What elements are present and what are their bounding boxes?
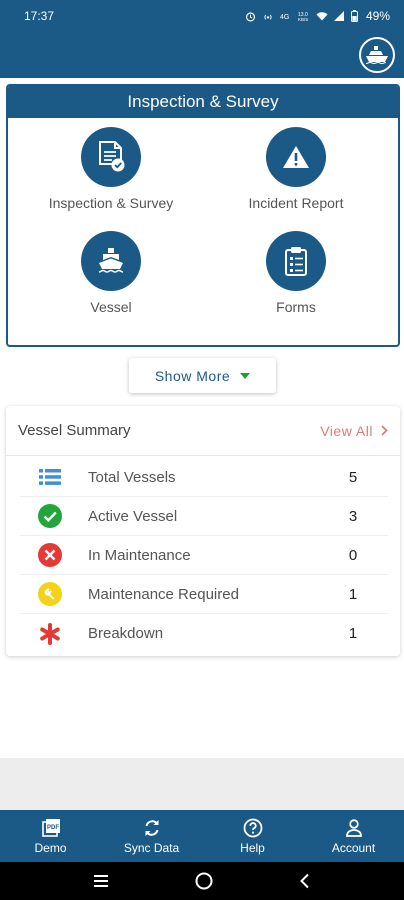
- show-more-button[interactable]: Show More: [129, 358, 276, 393]
- shortcut-vessel[interactable]: Vessel: [21, 231, 201, 315]
- row-icon-wrap: [20, 468, 80, 486]
- summary-row-in-maintenance[interactable]: In Maintenance 0: [20, 536, 388, 575]
- row-label: Breakdown: [88, 625, 164, 642]
- bottom-navigation: PDF Demo Sync Data Help Account: [0, 810, 404, 862]
- shortcut-incident-report[interactable]: Incident Report: [206, 127, 386, 211]
- warning-icon: [283, 146, 309, 168]
- row-icon-wrap: [20, 622, 80, 645]
- chevron-right-icon: [381, 425, 388, 436]
- card-title: Inspection & Survey: [8, 86, 398, 118]
- asterisk-icon: [40, 622, 60, 645]
- nav-account[interactable]: Account: [303, 810, 404, 862]
- shortcut-icon-circle: [266, 127, 326, 187]
- volte-icon: 4G: [280, 14, 289, 21]
- shortcut-label: Inspection & Survey: [48, 195, 174, 211]
- row-count: 5: [348, 468, 358, 486]
- document-check-icon: [99, 141, 125, 172]
- ship-button[interactable]: [359, 37, 395, 73]
- clipboard-icon: [285, 247, 307, 276]
- back-icon[interactable]: [299, 873, 311, 889]
- vessel-summary-header: Vessel Summary View All: [6, 406, 400, 456]
- row-icon-wrap: [20, 543, 80, 567]
- svg-text:KB/S: KB/S: [298, 17, 308, 21]
- nav-label: Account: [331, 840, 376, 855]
- sync-icon: [145, 819, 158, 836]
- nav-demo[interactable]: PDF Demo: [0, 810, 101, 862]
- shortcut-forms[interactable]: Forms: [206, 231, 386, 315]
- account-icon: [345, 818, 362, 837]
- shortcut-icon-circle: [81, 127, 141, 187]
- wifi-icon: [316, 12, 328, 21]
- status-time: 17:37: [24, 9, 55, 23]
- shortcut-label: Vessel: [90, 299, 132, 315]
- row-label: In Maintenance: [88, 546, 191, 564]
- summary-row-active-vessel[interactable]: Active Vessel 3: [20, 497, 388, 536]
- app-bar: [0, 32, 404, 78]
- shortcut-label: Incident Report: [248, 195, 344, 211]
- summary-row-breakdown[interactable]: Breakdown 1: [20, 614, 388, 653]
- help-icon: [243, 818, 262, 837]
- alarm-icon: [245, 11, 256, 21]
- row-label: Total Vessels: [88, 468, 176, 486]
- hotspot-icon: [264, 14, 272, 20]
- row-count: 1: [348, 625, 358, 642]
- home-icon[interactable]: [195, 872, 213, 890]
- row-count: 1: [348, 585, 358, 603]
- data-speed-icon: 13.0KB/S: [298, 12, 308, 21]
- battery-percent: 49%: [365, 9, 390, 23]
- system-navigation-bar: [0, 862, 404, 900]
- nav-label: Help: [240, 840, 265, 855]
- row-count: 0: [348, 546, 358, 564]
- row-label: Maintenance Required: [88, 585, 239, 603]
- recents-icon[interactable]: [93, 874, 109, 888]
- footer-spacer: [0, 758, 404, 810]
- svg-text:4G: 4G: [280, 14, 289, 21]
- view-all-link[interactable]: View All: [320, 423, 388, 439]
- inspection-survey-card: Inspection & Survey Inspection & Survey: [6, 84, 400, 347]
- caret-down-icon: [240, 372, 251, 379]
- nav-label: Demo: [34, 840, 67, 855]
- nav-sync-data[interactable]: Sync Data: [101, 810, 202, 862]
- row-count: 3: [348, 507, 358, 525]
- ship-icon: [365, 46, 388, 65]
- status-bar: 17:37 4G 13.0 KB/S 49%: [0, 0, 404, 32]
- list-icon: [39, 469, 61, 485]
- pdf-icon: PDF: [41, 818, 60, 837]
- vessel-summary-card: Vessel Summary View All Total Vessels 5: [6, 406, 400, 656]
- close-circle-icon: [38, 543, 62, 567]
- shortcut-icon-circle: [81, 231, 141, 291]
- status-icons: 4G 13.0 KB/S 49%: [245, 9, 390, 23]
- vessel-summary-title: Vessel Summary: [18, 422, 131, 439]
- show-more-label: Show More: [154, 367, 231, 384]
- shortcut-inspection-survey[interactable]: Inspection & Survey: [21, 127, 201, 211]
- shortcut-icon-circle: [266, 231, 326, 291]
- view-all-label: View All: [320, 422, 373, 439]
- vessel-summary-list: Total Vessels 5 Active Vessel 3 In Maint…: [20, 458, 388, 653]
- signal-icon: [333, 11, 344, 21]
- row-label: Active Vessel: [88, 507, 178, 525]
- summary-row-total-vessels[interactable]: Total Vessels 5: [20, 458, 388, 497]
- summary-row-maintenance-required[interactable]: Maintenance Required 1: [20, 575, 388, 614]
- shortcut-label: Forms: [276, 299, 316, 315]
- svg-text:PDF: PDF: [47, 825, 59, 831]
- check-circle-icon: [38, 504, 62, 528]
- row-icon-wrap: [20, 504, 80, 528]
- battery-icon: [350, 10, 358, 22]
- nav-help[interactable]: Help: [202, 810, 303, 862]
- vessel-icon: [98, 248, 124, 273]
- wrench-circle-icon: [38, 582, 62, 606]
- nav-label: Sync Data: [123, 840, 180, 855]
- row-icon-wrap: [20, 582, 80, 606]
